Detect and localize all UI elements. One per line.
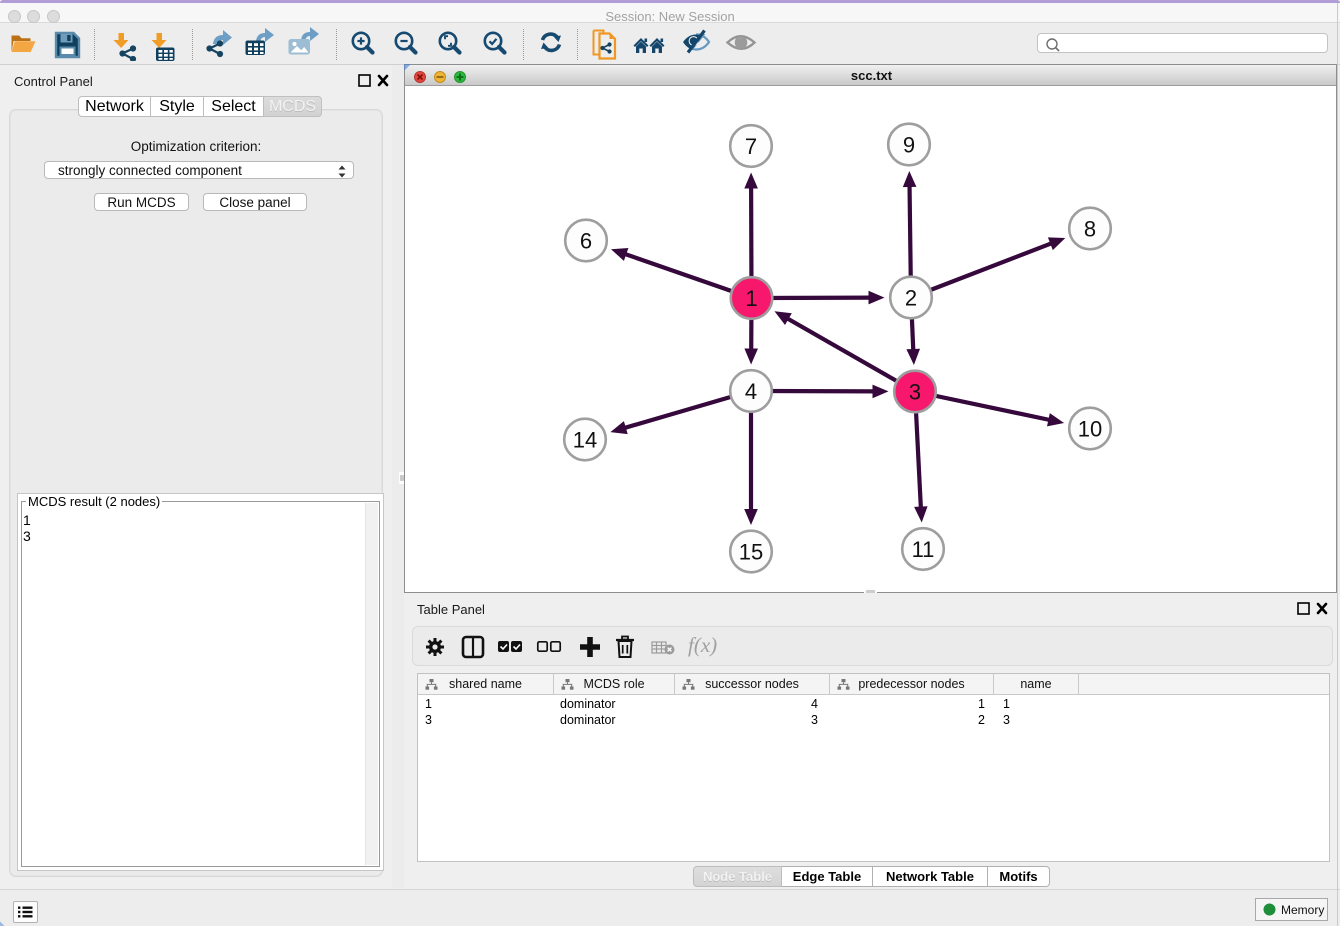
svg-text:2: 2 bbox=[905, 285, 917, 310]
svg-text:15: 15 bbox=[739, 539, 763, 564]
svg-text:1: 1 bbox=[745, 286, 757, 311]
svg-text:10: 10 bbox=[1078, 416, 1102, 441]
svg-text:9: 9 bbox=[903, 132, 915, 157]
svg-text:3: 3 bbox=[909, 379, 921, 404]
svg-text:8: 8 bbox=[1084, 216, 1096, 241]
svg-text:7: 7 bbox=[745, 134, 757, 159]
svg-text:14: 14 bbox=[573, 427, 597, 452]
svg-text:11: 11 bbox=[912, 537, 935, 562]
svg-text:6: 6 bbox=[580, 228, 592, 253]
svg-text:4: 4 bbox=[745, 379, 757, 404]
